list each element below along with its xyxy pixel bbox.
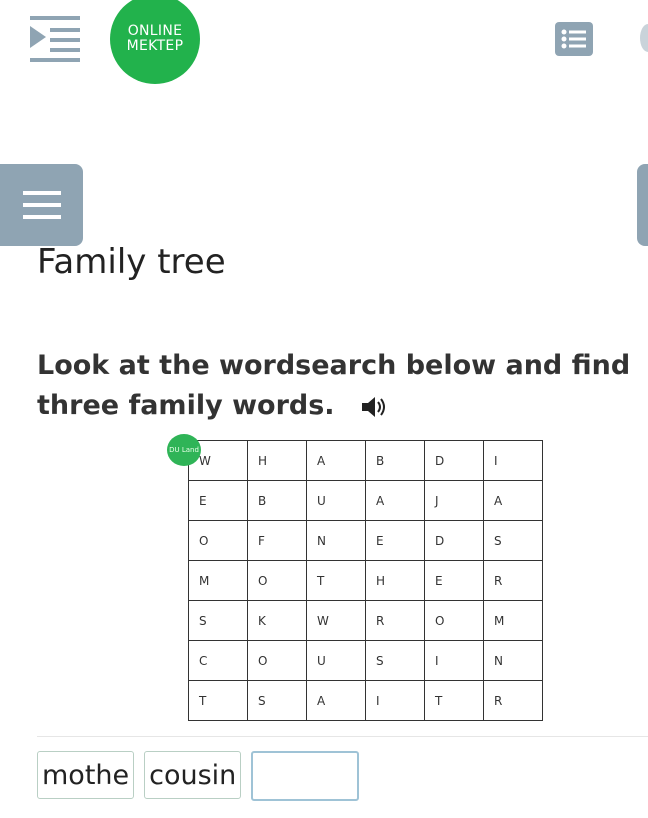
- speaker-icon[interactable]: [360, 395, 388, 419]
- grid-cell: E: [424, 560, 484, 601]
- grid-cell: K: [247, 600, 307, 641]
- answer-field-3[interactable]: [251, 751, 360, 801]
- grid-cell: O: [424, 600, 484, 641]
- grid-cell: B: [365, 440, 425, 481]
- globe-icon[interactable]: [640, 24, 648, 52]
- grid-cell: F: [247, 520, 307, 561]
- task-instruction: Look at the wordsearch below and find th…: [37, 346, 648, 426]
- grid-cell: A: [483, 480, 543, 521]
- grid-cell: D: [424, 520, 484, 561]
- top-bar: ONLINE MEKTEP: [0, 0, 648, 90]
- grid-cell: I: [424, 640, 484, 681]
- grid-cell: R: [483, 680, 543, 721]
- grid-cell: A: [306, 680, 366, 721]
- grid-cell: T: [306, 560, 366, 601]
- lesson-title: Family tree: [37, 242, 226, 282]
- grid-cell: J: [424, 480, 484, 521]
- wordsearch-table: WHABDIEBUAJAOFNEDSMOTHERSKWROMCOUSINTSAI…: [188, 440, 543, 721]
- grid-cell: R: [483, 560, 543, 601]
- grid-cell: S: [247, 680, 307, 721]
- grid-cell: N: [483, 640, 543, 681]
- grid-cell: O: [247, 640, 307, 681]
- grid-cell: U: [306, 640, 366, 681]
- grid-row: COUSIN: [188, 640, 543, 681]
- grid-row: MOTHER: [188, 560, 543, 601]
- grid-cell: W: [306, 600, 366, 641]
- answer-field-1[interactable]: mothe: [37, 751, 135, 799]
- grid-cell: I: [483, 440, 543, 481]
- logo-line-2: MEKTEP: [126, 38, 184, 54]
- grid-cell: O: [247, 560, 307, 601]
- grid-row: WHABDI: [188, 440, 543, 481]
- list-icon: [561, 29, 586, 49]
- grid-row: TSAITR: [188, 680, 543, 721]
- grid-cell: H: [365, 560, 425, 601]
- grid-cell: E: [188, 480, 248, 521]
- hamburger-icon: [22, 191, 61, 219]
- grid-cell: T: [424, 680, 484, 721]
- grid-cell: M: [483, 600, 543, 641]
- grid-cell: E: [365, 520, 425, 561]
- grid-cell: A: [306, 440, 366, 481]
- menu-collapse-icon[interactable]: [30, 16, 82, 62]
- grid-cell: M: [188, 560, 248, 601]
- grid-cell: A: [365, 480, 425, 521]
- instruction-text: Look at the wordsearch below and find th…: [37, 350, 631, 421]
- grid-cell: U: [306, 480, 366, 521]
- grid-cell: T: [188, 680, 248, 721]
- grid-cell: D: [424, 440, 484, 481]
- grid-row: OFNEDS: [188, 520, 543, 561]
- grid-cell: B: [247, 480, 307, 521]
- wordsearch-grid: WHABDIEBUAJAOFNEDSMOTHERSKWROMCOUSINTSAI…: [188, 440, 543, 721]
- divider: [37, 736, 648, 737]
- grid-cell: C: [188, 640, 248, 681]
- answer-fields: mothe cousin: [37, 751, 360, 801]
- grid-cell: S: [483, 520, 543, 561]
- grid-row: SKWROM: [188, 600, 543, 641]
- grid-cell: H: [247, 440, 307, 481]
- logo-line-1: ONLINE: [127, 23, 183, 39]
- grid-cell: O: [188, 520, 248, 561]
- grid-cell: N: [306, 520, 366, 561]
- answer-field-2[interactable]: cousin: [144, 751, 242, 799]
- grid-cell: S: [188, 600, 248, 641]
- contents-list-button[interactable]: [555, 22, 593, 56]
- grid-cell: I: [365, 680, 425, 721]
- next-panel-button[interactable]: [637, 164, 648, 246]
- sidebar-toggle-button[interactable]: [0, 164, 83, 246]
- grid-cell: S: [365, 640, 425, 681]
- logo-badge: DU Land: [167, 434, 201, 466]
- grid-cell: R: [365, 600, 425, 641]
- online-mektep-logo[interactable]: ONLINE MEKTEP: [110, 0, 200, 84]
- grid-row: EBUAJA: [188, 480, 543, 521]
